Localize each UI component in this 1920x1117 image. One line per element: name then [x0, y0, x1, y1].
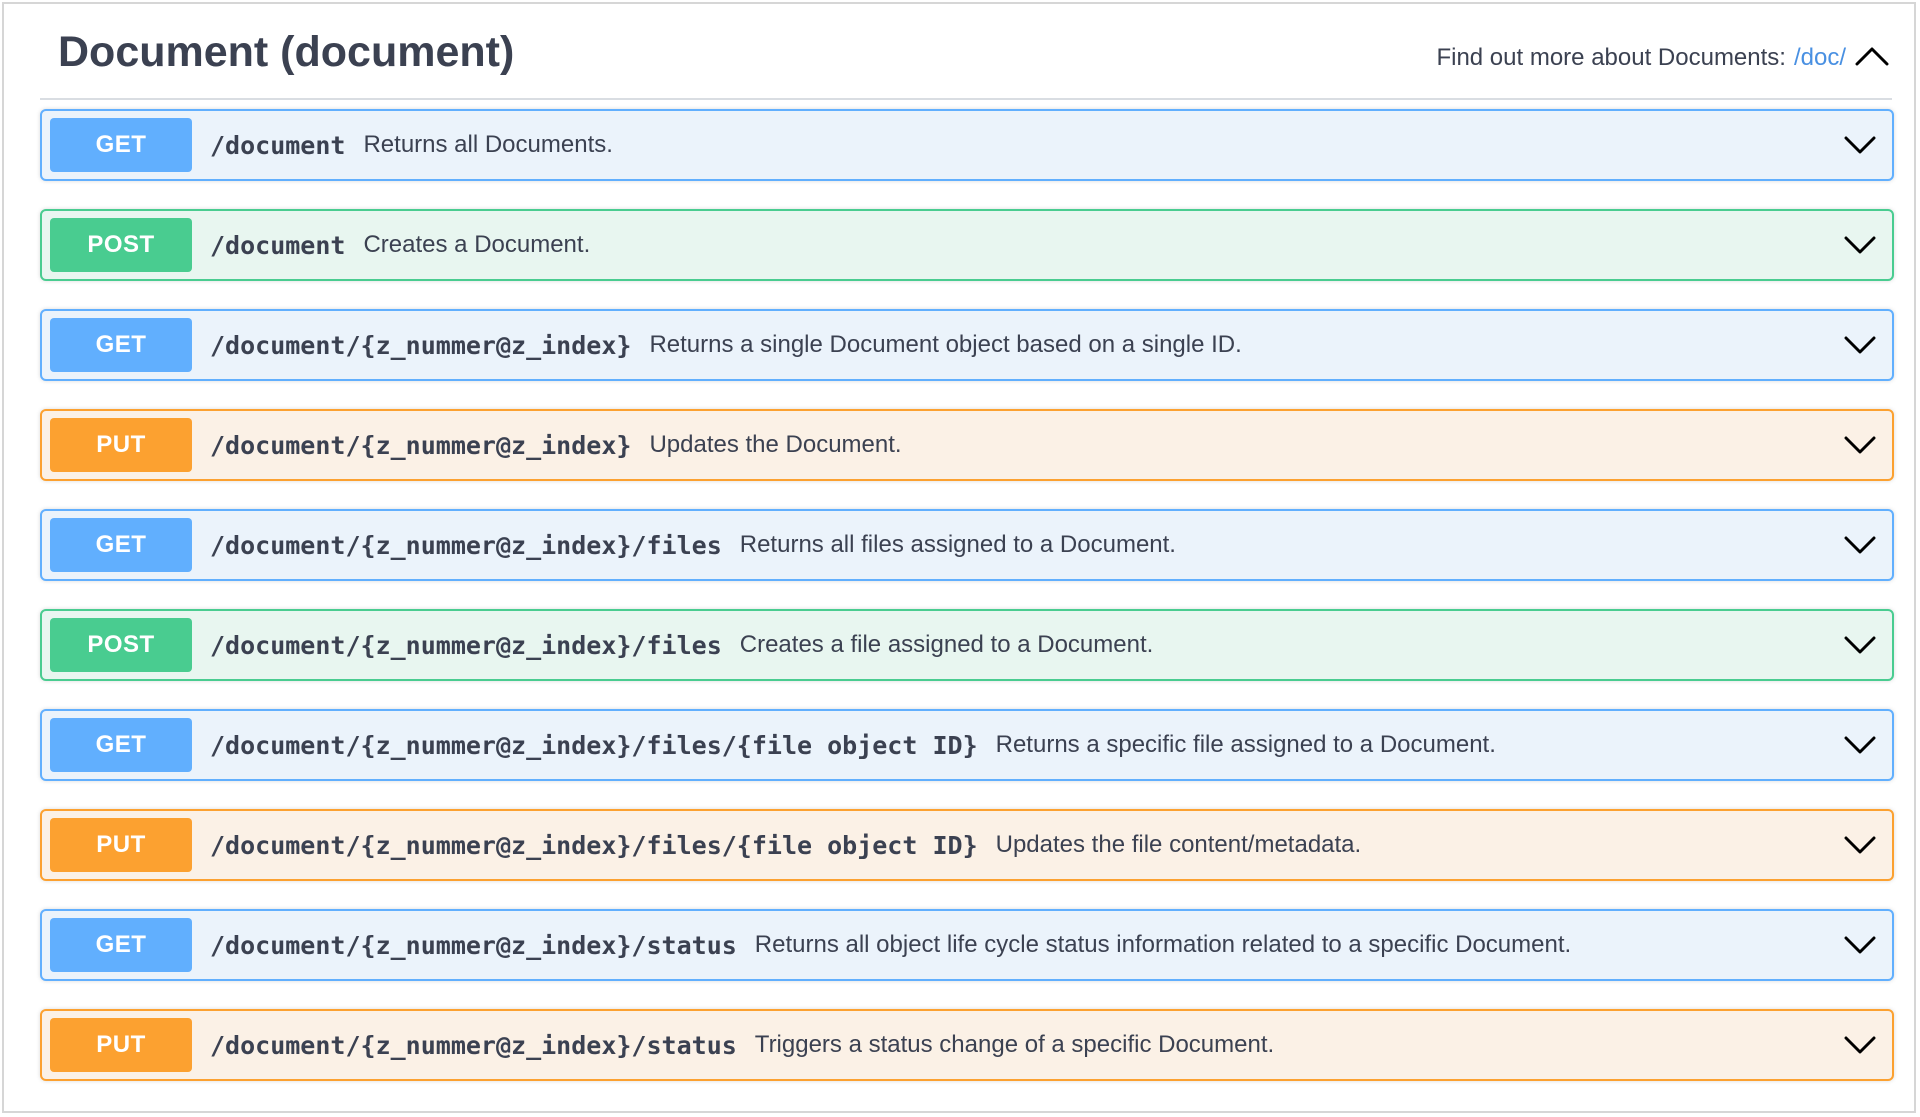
operation-post-1[interactable]: POST/document Creates a Document. — [40, 209, 1894, 281]
endpoint-path: /document/{z_nummer@z_index}/status — [210, 930, 737, 960]
endpoint-description: Returns all object life cycle status inf… — [754, 931, 1572, 958]
endpoint-path: /document/{z_nummer@z_index}/files — [210, 530, 722, 560]
docs-link[interactable]: /doc/ — [1794, 44, 1846, 72]
endpoint-description: Updates the file content/metadata. — [995, 831, 1362, 858]
method-badge: PUT — [50, 1018, 192, 1072]
chevron-down-icon[interactable] — [1842, 627, 1878, 663]
operations-list: GET/document Returns all Documents. POST/d… — [40, 109, 1894, 1109]
operation-get-2[interactable]: GET/document/{z_nummer@z_index} Returns a… — [40, 309, 1894, 381]
endpoint-path: /document/{z_nummer@z_index}/status — [210, 1030, 737, 1060]
endpoint-path: /document/{z_nummer@z_index}/files/{file… — [210, 730, 978, 760]
chevron-down-icon[interactable] — [1842, 227, 1878, 263]
section-info: Find out more about Documents: /doc/ — [1436, 44, 1846, 72]
endpoint-path: /document — [210, 130, 346, 160]
endpoint-description: Returns all Documents. — [363, 131, 613, 158]
operation-post-5[interactable]: POST/document/{z_nummer@z_index}/files Cr… — [40, 609, 1894, 681]
section-header[interactable]: Document (document) Find out more about … — [40, 4, 1892, 100]
endpoint-path: /document/{z_nummer@z_index} — [210, 330, 632, 360]
endpoint-path: /document/{z_nummer@z_index}/files — [210, 630, 722, 660]
chevron-down-icon[interactable] — [1842, 1027, 1878, 1063]
endpoint-path: /document/{z_nummer@z_index} — [210, 430, 632, 460]
chevron-down-icon[interactable] — [1842, 527, 1878, 563]
operation-put-7[interactable]: PUT/document/{z_nummer@z_index}/files/{f… — [40, 809, 1894, 881]
method-badge: GET — [50, 118, 192, 172]
method-badge: PUT — [50, 818, 192, 872]
info-text: Find out more about Documents: — [1436, 44, 1786, 71]
endpoint-description: Returns a specific file assigned to a Do… — [995, 731, 1496, 758]
endpoint-path: /document — [210, 230, 346, 260]
chevron-down-icon[interactable] — [1842, 327, 1878, 363]
endpoint-description: Returns all files assigned to a Document… — [739, 531, 1176, 558]
section-title: Document (document) — [58, 28, 515, 76]
api-section-frame: Document (document) Find out more about … — [2, 2, 1916, 1113]
method-badge: GET — [50, 718, 192, 772]
operation-get-0[interactable]: GET/document Returns all Documents. — [40, 109, 1894, 181]
endpoint-description: Updates the Document. — [649, 431, 902, 458]
endpoint-description: Triggers a status change of a specific D… — [754, 1031, 1275, 1058]
chevron-up-icon — [1855, 46, 1889, 66]
endpoint-description: Creates a file assigned to a Document. — [739, 631, 1154, 658]
operation-put-9[interactable]: PUT/document/{z_nummer@z_index}/status Tr… — [40, 1009, 1894, 1081]
operation-get-8[interactable]: GET/document/{z_nummer@z_index}/status Re… — [40, 909, 1894, 981]
chevron-down-icon[interactable] — [1842, 127, 1878, 163]
method-badge: POST — [50, 218, 192, 272]
endpoint-description: Returns a single Document object based o… — [649, 331, 1242, 358]
chevron-down-icon[interactable] — [1842, 927, 1878, 963]
method-badge: PUT — [50, 418, 192, 472]
operation-get-4[interactable]: GET/document/{z_nummer@z_index}/files Ret… — [40, 509, 1894, 581]
chevron-down-icon[interactable] — [1842, 827, 1878, 863]
method-badge: GET — [50, 918, 192, 972]
operation-put-3[interactable]: PUT/document/{z_nummer@z_index} Updates t… — [40, 409, 1894, 481]
endpoint-path: /document/{z_nummer@z_index}/files/{file… — [210, 830, 978, 860]
operation-get-6[interactable]: GET/document/{z_nummer@z_index}/files/{f… — [40, 709, 1894, 781]
endpoint-description: Creates a Document. — [363, 231, 591, 258]
method-badge: GET — [50, 318, 192, 372]
chevron-down-icon[interactable] — [1842, 427, 1878, 463]
chevron-down-icon[interactable] — [1842, 727, 1878, 763]
method-badge: POST — [50, 618, 192, 672]
method-badge: GET — [50, 518, 192, 572]
collapse-section-button[interactable] — [1852, 36, 1892, 76]
